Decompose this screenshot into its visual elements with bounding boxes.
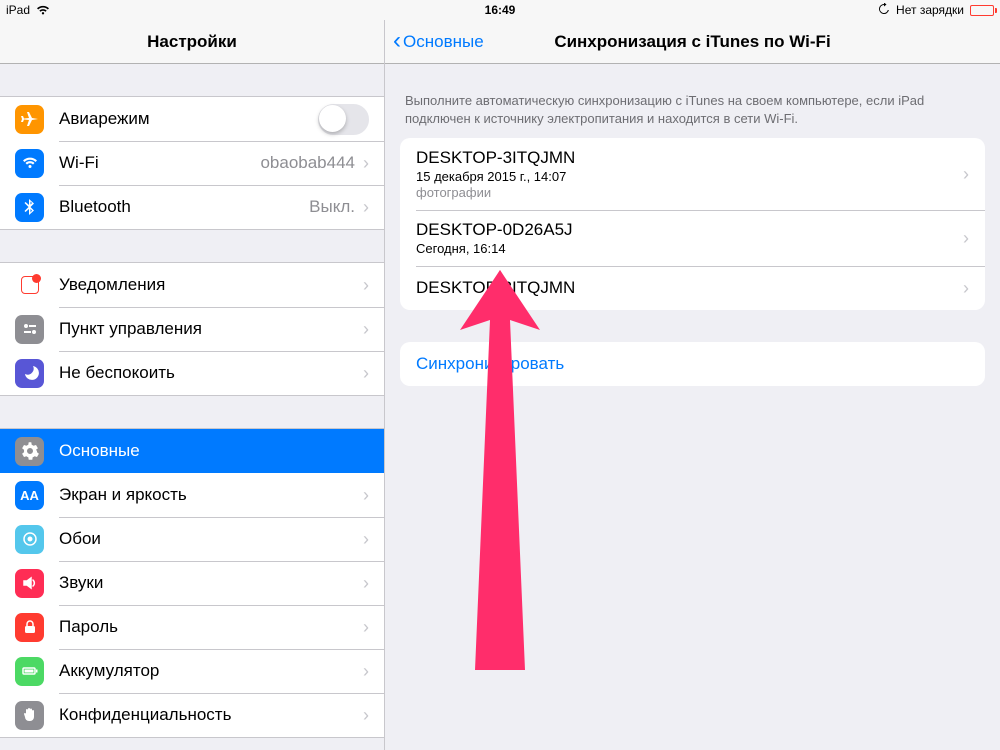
- chevron-right-icon: ›: [363, 529, 369, 550]
- bluetooth-icon: [15, 193, 44, 222]
- gear-icon: [15, 437, 44, 466]
- sidebar-item-wallpaper[interactable]: Обои ›: [0, 517, 384, 561]
- sounds-icon: [15, 569, 44, 598]
- sidebar-item-dnd[interactable]: Не беспокоить ›: [0, 351, 384, 395]
- sidebar-item-general[interactable]: Основные: [0, 429, 384, 473]
- computer-row[interactable]: DESKTOP-0D26A5J Сегодня, 16:14 ›: [400, 210, 985, 266]
- computer-name: DESKTOP-3ITQJMN: [416, 148, 963, 168]
- chevron-right-icon: ›: [363, 573, 369, 594]
- chevron-right-icon: ›: [963, 228, 969, 249]
- chevron-right-icon: ›: [363, 153, 369, 174]
- wallpaper-icon: [15, 525, 44, 554]
- passcode-label: Пароль: [59, 617, 363, 637]
- sidebar-title: Настройки: [147, 32, 237, 52]
- chevron-right-icon: ›: [363, 319, 369, 340]
- battery-icon: [970, 5, 994, 16]
- charging-label: Нет зарядки: [896, 3, 964, 17]
- content-navbar: ‹ Основные Синхронизация с iTunes по Wi-…: [385, 20, 1000, 64]
- computer-row[interactable]: DESKTOP-3ITQJMN ›: [400, 266, 985, 310]
- computer-name: DESKTOP-3ITQJMN: [416, 278, 963, 298]
- sidebar-item-sounds[interactable]: Звуки ›: [0, 561, 384, 605]
- sidebar-item-passcode[interactable]: Пароль ›: [0, 605, 384, 649]
- back-button[interactable]: ‹ Основные: [393, 32, 484, 52]
- computer-row[interactable]: DESKTOP-3ITQJMN 15 декабря 2015 г., 14:0…: [400, 138, 985, 210]
- display-icon: AA: [15, 481, 44, 510]
- sidebar-item-control-center[interactable]: Пункт управления ›: [0, 307, 384, 351]
- dnd-label: Не беспокоить: [59, 363, 363, 383]
- notifications-icon: [15, 271, 44, 300]
- control-center-label: Пункт управления: [59, 319, 363, 339]
- sync-description: Выполните автоматическую синхронизацию с…: [385, 64, 1000, 138]
- sidebar-item-display[interactable]: AA Экран и яркость ›: [0, 473, 384, 517]
- sidebar-item-privacy[interactable]: Конфиденциальность ›: [0, 693, 384, 737]
- sidebar-item-notifications[interactable]: Уведомления ›: [0, 263, 384, 307]
- sounds-label: Звуки: [59, 573, 363, 593]
- airplane-switch[interactable]: [318, 104, 369, 135]
- settings-sidebar: Настройки Авиарежим Wi-Fi obaobab444: [0, 20, 385, 750]
- chevron-right-icon: ›: [363, 705, 369, 726]
- computer-sync-time: 15 декабря 2015 г., 14:07: [416, 169, 963, 184]
- lock-icon: [15, 613, 44, 642]
- chevron-right-icon: ›: [363, 197, 369, 218]
- sync-now-label: Синхронизировать: [416, 354, 564, 374]
- display-label: Экран и яркость: [59, 485, 363, 505]
- sync-statusbar-icon: [878, 3, 890, 18]
- airplane-icon: [15, 105, 44, 134]
- computer-sync-types: фотографии: [416, 185, 963, 200]
- chevron-right-icon: ›: [363, 275, 369, 296]
- sidebar-item-battery[interactable]: Аккумулятор ›: [0, 649, 384, 693]
- content-title: Синхронизация с iTunes по Wi-Fi: [554, 32, 830, 52]
- computer-name: DESKTOP-0D26A5J: [416, 220, 963, 240]
- wifi-label: Wi-Fi: [59, 153, 260, 173]
- chevron-right-icon: ›: [963, 278, 969, 299]
- chevron-right-icon: ›: [363, 617, 369, 638]
- chevron-right-icon: ›: [363, 661, 369, 682]
- privacy-label: Конфиденциальность: [59, 705, 363, 725]
- wifi-statusbar-icon: [36, 5, 50, 15]
- wifi-icon: [15, 149, 44, 178]
- wifi-detail: obaobab444: [260, 153, 355, 173]
- bluetooth-label: Bluetooth: [59, 197, 309, 217]
- hand-icon: [15, 701, 44, 730]
- bluetooth-detail: Выкл.: [309, 197, 355, 217]
- sidebar-item-bluetooth[interactable]: Bluetooth Выкл. ›: [0, 185, 384, 229]
- chevron-right-icon: ›: [363, 363, 369, 384]
- back-label: Основные: [403, 32, 484, 52]
- clock: 16:49: [485, 3, 516, 17]
- detail-pane: ‹ Основные Синхронизация с iTunes по Wi-…: [385, 20, 1000, 750]
- device-label: iPad: [6, 3, 30, 17]
- control-center-icon: [15, 315, 44, 344]
- chevron-right-icon: ›: [963, 164, 969, 185]
- wallpaper-label: Обои: [59, 529, 363, 549]
- chevron-left-icon: ‹: [393, 32, 401, 49]
- sync-now-button[interactable]: Синхронизировать: [400, 342, 985, 386]
- sidebar-item-wifi[interactable]: Wi-Fi obaobab444 ›: [0, 141, 384, 185]
- battery-label: Аккумулятор: [59, 661, 363, 681]
- sync-group: Синхронизировать: [400, 342, 985, 386]
- general-label: Основные: [59, 441, 369, 461]
- status-bar: iPad 16:49 Нет зарядки: [0, 0, 1000, 20]
- sidebar-navbar: Настройки: [0, 20, 384, 64]
- chevron-right-icon: ›: [363, 485, 369, 506]
- notifications-label: Уведомления: [59, 275, 363, 295]
- airplane-label: Авиарежим: [59, 109, 318, 129]
- dnd-icon: [15, 359, 44, 388]
- computer-list: DESKTOP-3ITQJMN 15 декабря 2015 г., 14:0…: [400, 138, 985, 310]
- sidebar-item-airplane[interactable]: Авиарежим: [0, 97, 384, 141]
- computer-sync-time: Сегодня, 16:14: [416, 241, 963, 256]
- battery-icon: [15, 657, 44, 686]
